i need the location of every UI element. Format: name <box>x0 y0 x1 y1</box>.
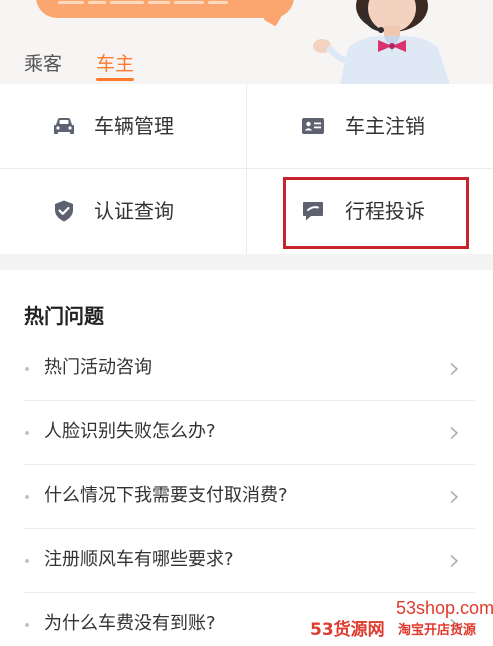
grid-item-label: 车主注销 <box>345 114 425 138</box>
chevron-right-icon <box>450 554 459 568</box>
bullet-dot-icon <box>25 623 29 627</box>
hot-questions-title: 热门问题 <box>24 304 104 328</box>
faq-question: 注册顺风车有哪些要求? <box>44 549 234 570</box>
grid-item-vehicle-management[interactable]: 车辆管理 <box>0 84 246 168</box>
section-separator <box>0 254 493 270</box>
customer-service-agent-illustration <box>313 0 450 84</box>
faq-item[interactable]: 人脸识别失败怎么办? <box>0 401 493 465</box>
chevron-right-icon <box>450 490 459 504</box>
grid-item-label: 认证查询 <box>94 199 174 223</box>
site-watermark: 53shop.com 53货源网 淘宝开店货源 <box>306 596 493 646</box>
chevron-right-icon <box>450 362 459 376</box>
bullet-dot-icon <box>25 495 29 499</box>
highlight-annotation-box <box>283 177 469 249</box>
bullet-dot-icon <box>25 431 29 435</box>
bubble-text-blurred <box>58 0 258 4</box>
faq-item[interactable]: 热门活动咨询 <box>0 337 493 401</box>
header-banner: 乘客 车主 <box>0 0 493 84</box>
chevron-right-icon <box>450 426 459 440</box>
id-card-icon <box>302 118 324 134</box>
faq-question: 人脸识别失败怎么办? <box>44 421 216 442</box>
grid-item-owner-deregistration[interactable]: 车主注销 <box>247 84 493 168</box>
faq-question: 热门活动咨询 <box>44 357 152 378</box>
watermark-logo: 53货源网 <box>310 620 385 640</box>
faq-item[interactable]: 注册顺风车有哪些要求? <box>0 529 493 593</box>
page: 乘客 车主 车辆管理 车主注销 认证查询 行程投诉 热门问题 热门活动咨询 人脸… <box>0 0 493 646</box>
car-icon <box>54 118 74 134</box>
shield-check-icon <box>55 200 73 222</box>
grid-item-certification-query[interactable]: 认证查询 <box>0 169 246 253</box>
faq-question: 什么情况下我需要支付取消费? <box>44 485 288 506</box>
faq-question: 为什么车费没有到账? <box>44 613 216 634</box>
hot-questions-section: 热门问题 热门活动咨询 人脸识别失败怎么办? 什么情况下我需要支付取消费? 注册… <box>0 270 493 646</box>
grid-item-label: 车辆管理 <box>94 114 174 138</box>
watermark-subtitle: 淘宝开店货源 <box>398 623 477 638</box>
bullet-dot-icon <box>25 367 29 371</box>
faq-item[interactable]: 什么情况下我需要支付取消费? <box>0 465 493 529</box>
watermark-url: 53shop.com <box>396 598 493 618</box>
tab-owner[interactable]: 车主 <box>96 52 134 76</box>
speech-bubble <box>36 0 294 18</box>
bullet-dot-icon <box>25 559 29 563</box>
tab-passenger[interactable]: 乘客 <box>24 52 62 76</box>
active-tab-indicator <box>96 78 134 81</box>
